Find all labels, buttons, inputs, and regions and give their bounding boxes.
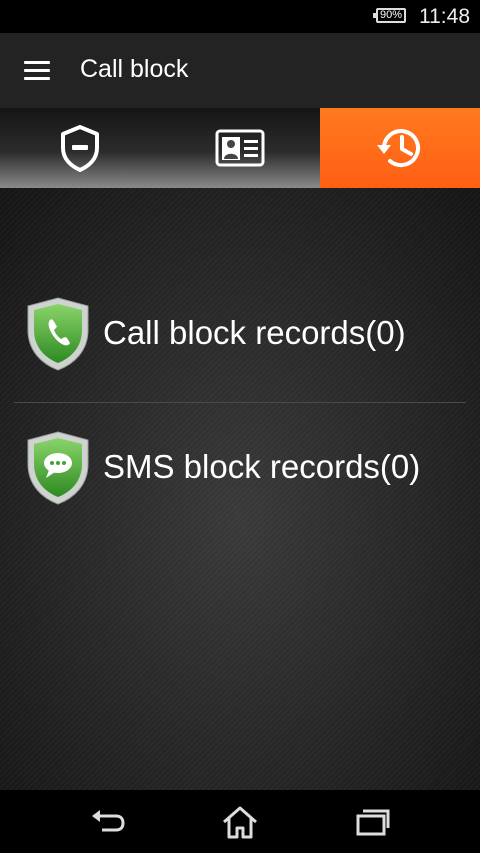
records-panel: Call block records(0) SMS block records(… (0, 188, 480, 790)
tab-blocklist[interactable] (0, 108, 160, 188)
back-icon[interactable] (88, 804, 128, 840)
status-bar: 90% 11:48 (0, 0, 480, 33)
status-time: 11:48 (419, 5, 470, 28)
call-block-records-item[interactable]: Call block records(0) (0, 276, 480, 396)
phone-shield-icon (27, 297, 89, 371)
page-title: Call block (80, 55, 189, 83)
navigation-bar (0, 790, 480, 853)
battery-level: 90% (379, 9, 403, 21)
tab-history[interactable] (320, 108, 480, 188)
sms-block-records-item[interactable]: SMS block records(0) (0, 410, 480, 530)
app-bar: Call block (0, 33, 480, 108)
divider (14, 402, 466, 403)
hamburger-menu-icon[interactable] (24, 61, 50, 81)
tab-bar (0, 108, 480, 188)
home-icon[interactable] (220, 804, 260, 840)
shield-minus-icon (61, 125, 99, 172)
sms-block-records-label: SMS block records(0) (103, 448, 421, 485)
contact-card-icon (215, 129, 265, 167)
battery-indicator: 90% (373, 8, 406, 23)
tab-contacts[interactable] (160, 108, 320, 188)
call-block-records-label: Call block records(0) (103, 314, 406, 351)
history-clock-icon (377, 129, 420, 167)
message-shield-icon (27, 431, 89, 505)
recents-icon[interactable] (352, 804, 392, 840)
